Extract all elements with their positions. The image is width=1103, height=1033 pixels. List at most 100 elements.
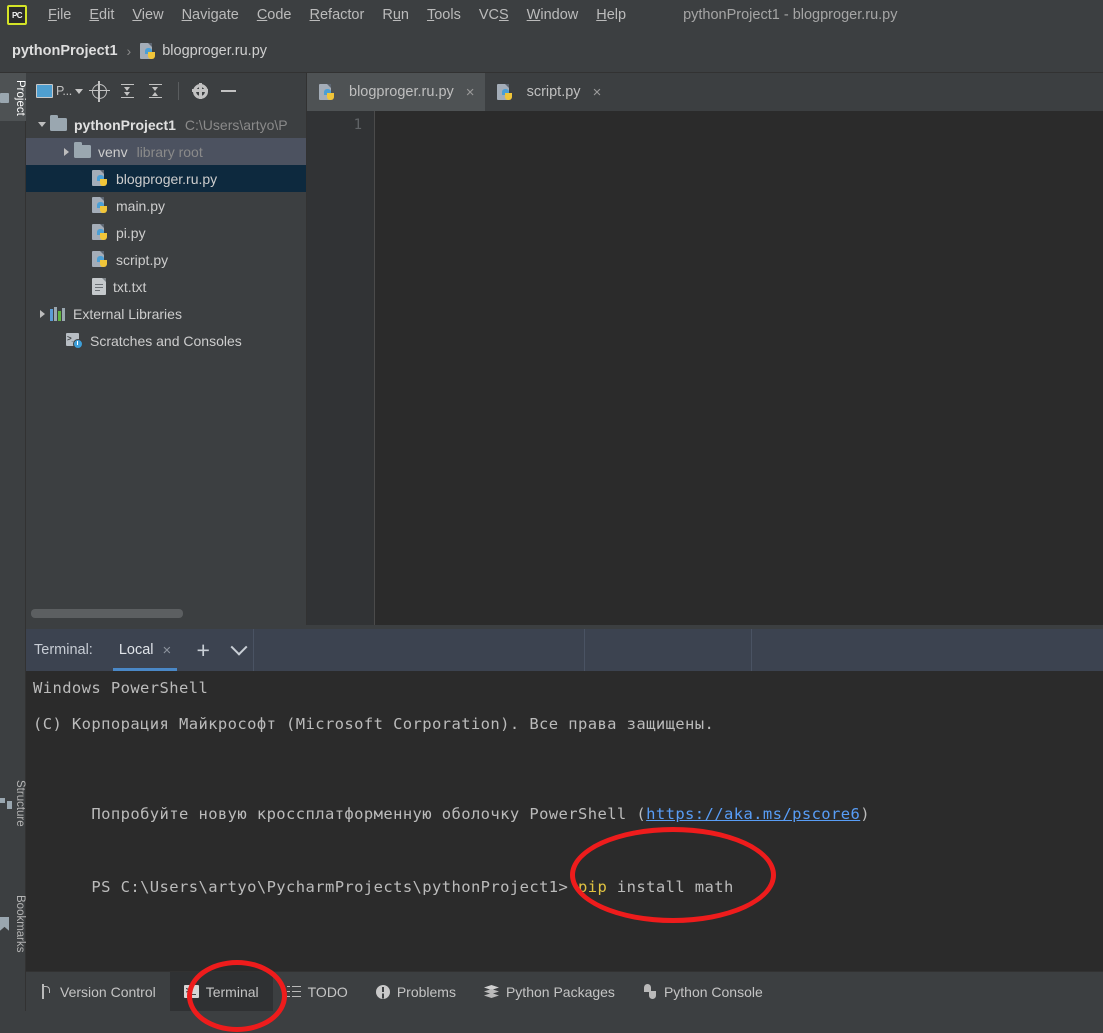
bottom-item-label: Version Control (60, 983, 156, 1000)
python-file-icon (92, 170, 108, 187)
bookmark-icon (0, 916, 9, 931)
editor-tab-blogproger[interactable]: blogproger.ru.py × (307, 73, 485, 111)
collapse-all-button[interactable] (143, 78, 169, 104)
tree-label: main.py (116, 197, 166, 214)
bottom-item-python-console[interactable]: Python Console (629, 972, 777, 1011)
python-file-icon (92, 197, 108, 214)
menu-edit[interactable]: Edit (80, 5, 123, 25)
expand-all-icon (120, 83, 135, 99)
bottom-item-terminal[interactable]: >_ Terminal (169, 972, 273, 1011)
terminal-prompt-line: PS C:\Users\artyo\PycharmProjects\python… (33, 860, 734, 914)
terminal-header-spacer-1 (254, 629, 585, 671)
folder-icon (0, 92, 9, 103)
hide-panel-button[interactable] (216, 78, 242, 104)
new-terminal-session-button[interactable]: + (185, 629, 221, 671)
code-editor[interactable]: 1 (307, 111, 1103, 625)
bottom-item-todo[interactable]: TODO (273, 972, 362, 1011)
tree-row-script[interactable]: script.py (26, 246, 306, 273)
chevron-right-icon[interactable] (58, 148, 74, 156)
minimize-icon (221, 90, 237, 92)
tool-button-structure[interactable]: Structure (0, 773, 26, 832)
terminal-tab-local[interactable]: Local × (105, 629, 185, 671)
chevron-right-icon[interactable] (34, 310, 50, 318)
python-file-icon (140, 42, 156, 60)
python-file-icon (496, 83, 513, 101)
terminal-command-args: install math (607, 878, 734, 896)
menu-tools[interactable]: Tools (418, 5, 470, 25)
bottom-item-version-control[interactable]: Version Control (26, 972, 170, 1011)
terminal-line-3: Попробуйте новую кроссплатформенную обол… (33, 787, 870, 841)
menu-help[interactable]: Help (587, 5, 635, 25)
locate-icon (89, 80, 111, 102)
bottom-item-label: Terminal (205, 983, 259, 1000)
close-icon[interactable]: × (466, 84, 475, 101)
close-icon[interactable]: × (593, 84, 602, 101)
locate-file-button[interactable] (87, 78, 113, 104)
tree-row-blogproger[interactable]: blogproger.ru.py (26, 165, 306, 192)
python-file-icon (92, 224, 108, 241)
packages-icon (483, 985, 499, 998)
chevron-down-icon[interactable] (34, 122, 50, 127)
project-panel-horizontal-scrollbar[interactable] (31, 609, 183, 618)
problems-icon (375, 984, 390, 999)
tool-button-bookmarks[interactable]: Bookmarks (0, 888, 26, 958)
status-bar (0, 1011, 1103, 1033)
terminal-tab-label: Local (118, 642, 154, 658)
terminal-output[interactable]: Windows PowerShell (C) Корпорация Майкро… (26, 671, 1103, 971)
expand-all-button[interactable] (115, 78, 141, 104)
menu-refactor[interactable]: Refactor (301, 5, 374, 25)
tree-row-external-libraries[interactable]: External Libraries (26, 300, 306, 327)
terminal-icon: >_ (183, 985, 199, 998)
menu-navigate[interactable]: Navigate (173, 5, 248, 25)
project-settings-button[interactable] (188, 78, 214, 104)
menu-window[interactable]: Window (518, 5, 588, 25)
close-icon[interactable]: × (163, 642, 172, 659)
menu-run[interactable]: Run (373, 5, 418, 25)
tree-row-txt[interactable]: txt.txt (26, 273, 306, 300)
breadcrumb: pythonProject1 › blogproger.ru.py (0, 30, 1103, 73)
pscore6-link[interactable]: https://aka.ms/pscore6 (646, 805, 860, 823)
libraries-icon (50, 306, 66, 321)
terminal-line-1: Windows PowerShell (33, 679, 209, 697)
tree-row-pi[interactable]: pi.py (26, 219, 306, 246)
terminal-options-button[interactable] (221, 629, 257, 671)
menu-file[interactable]: File (39, 5, 80, 25)
editor-tab-label: script.py (526, 84, 581, 100)
breadcrumb-separator: › (126, 43, 132, 59)
tree-row-project-root[interactable]: pythonProject1 C:\Users\artyo\P (26, 111, 306, 138)
bottom-item-problems[interactable]: Problems (362, 972, 470, 1011)
tree-row-venv[interactable]: venv library root (26, 138, 306, 165)
terminal-header-spacer-2 (585, 629, 752, 671)
tree-label: txt.txt (113, 278, 147, 295)
line-number: 1 (353, 117, 362, 133)
project-tool-window: P... pythonProject1 C:\Users\artyo\P ven… (26, 73, 307, 625)
terminal-header: Terminal: Local × + (26, 629, 1103, 671)
menu-view[interactable]: View (123, 5, 172, 25)
chevron-down-icon (74, 88, 83, 94)
editor-tab-label: blogproger.ru.py (349, 84, 454, 100)
project-view-selector[interactable]: P... (34, 82, 85, 100)
editor-tab-script[interactable]: script.py × (485, 73, 612, 111)
breadcrumb-file[interactable]: blogproger.ru.py (162, 43, 267, 59)
terminal-command-name: pip (578, 878, 608, 896)
tree-row-scratches[interactable]: >_ Scratches and Consoles (26, 327, 306, 354)
tree-secondary-label: C:\Users\artyo\P (184, 116, 288, 133)
menu-code[interactable]: Code (248, 5, 301, 25)
python-file-icon (92, 251, 108, 268)
tool-button-project[interactable]: Project (0, 73, 26, 121)
breadcrumb-project[interactable]: pythonProject1 (12, 43, 118, 59)
terminal-prompt: PS C:\Users\artyo\PycharmProjects\python… (91, 878, 569, 896)
tree-label: pythonProject1 (74, 116, 176, 133)
window-title: pythonProject1 - blogproger.ru.py (683, 7, 898, 23)
menu-vcs[interactable]: VCS (470, 5, 518, 25)
tree-label: Scratches and Consoles (90, 332, 242, 349)
terminal-line-3-post: ) (860, 805, 870, 823)
editor-tab-bar: blogproger.ru.py × script.py × (307, 73, 1103, 111)
bottom-item-label: Problems (396, 983, 456, 1000)
structure-icon (0, 797, 12, 809)
bottom-item-python-packages[interactable]: Python Packages (470, 972, 629, 1011)
editor-gutter[interactable]: 1 (307, 111, 374, 625)
terminal-line-2: (C) Корпорация Майкрософт (Microsoft Cor… (33, 715, 715, 733)
pycharm-window: PC File Edit View Navigate Code Refactor… (0, 0, 1103, 1033)
tree-row-main[interactable]: main.py (26, 192, 306, 219)
